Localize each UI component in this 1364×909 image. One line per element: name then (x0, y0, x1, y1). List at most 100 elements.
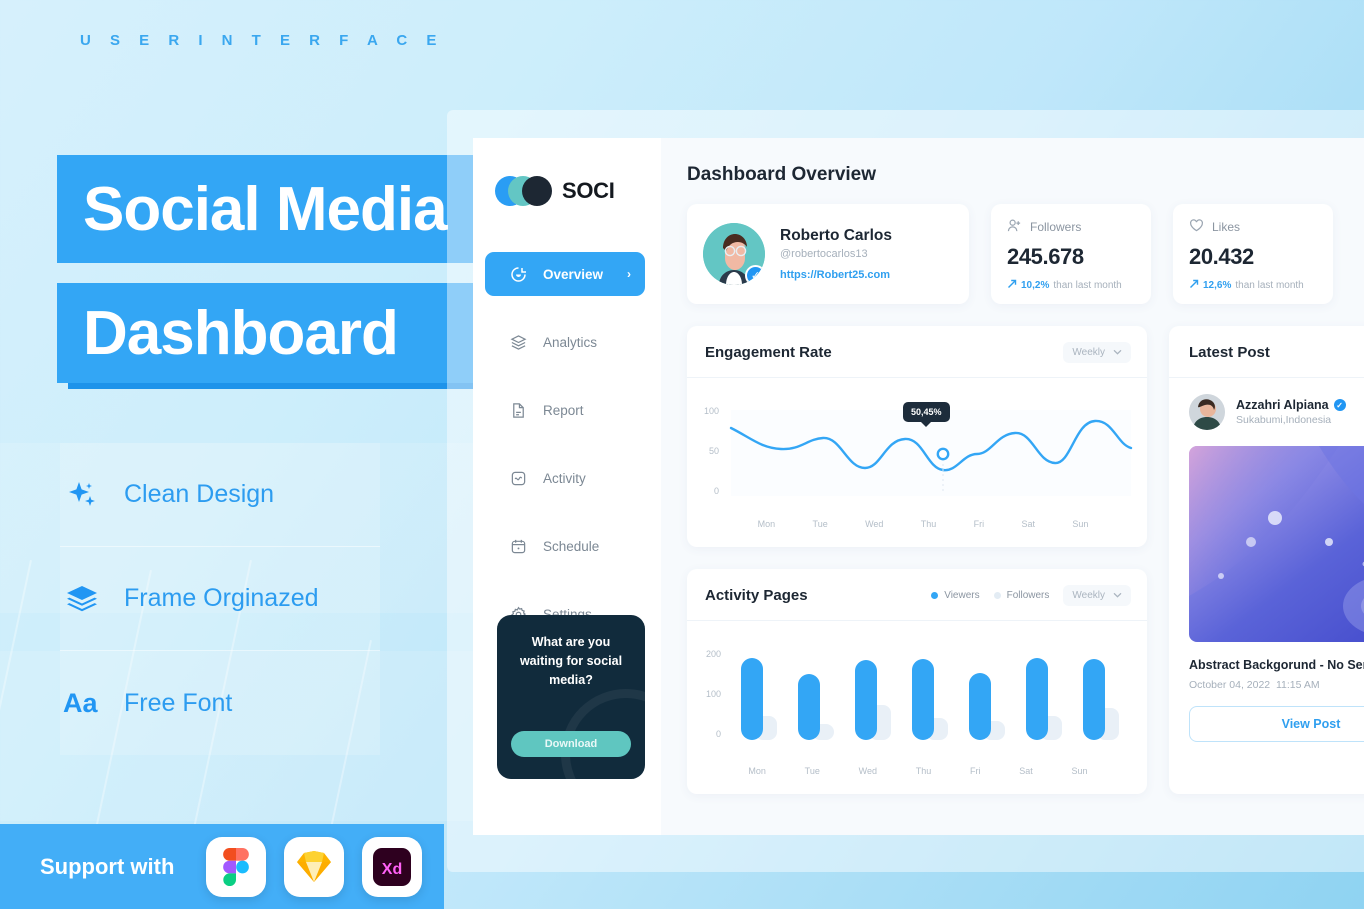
sidebar-item-label: Overview (543, 266, 604, 282)
sidebar: SOCI Overview › Analytics Report Activit… (473, 138, 661, 835)
stat-change-suffix: than last month (1235, 280, 1304, 291)
sidebar-item-schedule[interactable]: Schedule (485, 524, 645, 568)
document-icon (509, 401, 527, 419)
stat-card-likes: Likes 20.432 12,6% than last month (1173, 204, 1333, 304)
stat-value: 245.678 (1007, 244, 1084, 269)
sidebar-item-report[interactable]: Report (485, 388, 645, 432)
profile-name: Roberto Carlos (780, 227, 892, 244)
post-author: Azzahri Alpiana ✓ Sukabumi,Indonesia (1169, 378, 1364, 430)
chart-title: Activity Pages (705, 587, 808, 604)
profile-handle: @robertocarlos13 (780, 248, 868, 260)
activity-pages-card: Activity Pages Viewers Followers Weekly … (687, 569, 1147, 794)
x-tick: Sun (1072, 519, 1089, 529)
logo-text: SOCI (562, 178, 615, 203)
stat-change-suffix: than last month (1053, 280, 1122, 291)
sidebar-item-label: Activity (543, 470, 586, 486)
post-author-name: Azzahri Alpiana ✓ (1236, 398, 1346, 412)
dashboard-window: SOCI Overview › Analytics Report Activit… (473, 138, 1364, 835)
x-tick: Sat (1021, 519, 1035, 529)
stat-value: 20.432 (1189, 244, 1254, 269)
verified-badge-icon: ✓ (1333, 399, 1346, 411)
x-tick: Thu (915, 766, 932, 776)
promo-title-line2: Dashboard (57, 283, 493, 383)
calendar-icon (509, 537, 527, 555)
x-tick: Sat (1019, 766, 1033, 776)
x-tick: Thu (920, 519, 937, 529)
stat-label: Followers (1030, 220, 1082, 234)
verified-badge-icon: ✓ (745, 265, 765, 285)
latest-post-header: Latest Post (1169, 326, 1364, 378)
page-title: Dashboard Overview (687, 164, 877, 185)
support-label: Support with (40, 853, 175, 879)
legend-followers: Followers (993, 590, 1050, 601)
font-icon: Aa (60, 688, 104, 718)
svg-text:50: 50 (709, 446, 719, 456)
promo-text: What are you waiting for social media? (519, 635, 623, 687)
x-tick: Fri (973, 519, 985, 529)
profile-link[interactable]: https://Robert25.com (780, 269, 892, 281)
stat-card-followers: Followers 245.678 10,2% than last month (991, 204, 1151, 304)
post-title: Abstract Backgorund - No Sense (1189, 658, 1364, 672)
svg-text:100: 100 (704, 406, 719, 416)
x-tick: Mon (748, 766, 766, 776)
adobe-xd-icon[interactable]: Xd (362, 836, 423, 897)
chevron-right-icon: › (627, 267, 631, 281)
post-date: October 04, 2022 11:15 AM (1169, 672, 1364, 691)
activity-bar-chart: 200 100 0 (706, 649, 1119, 740)
x-tick: Mon (757, 519, 776, 529)
feature-row-free-font: Aa Free Font (60, 651, 380, 755)
x-tick: Sun (1071, 766, 1088, 776)
chart-title: Engagement Rate (705, 344, 832, 361)
charts-row: Engagement Rate Weekly 50,45% 100 50 0 M… (687, 326, 1364, 794)
sidebar-nav: Overview › Analytics Report Activity Sch… (473, 252, 661, 636)
stat-change: 12,6% (1203, 280, 1232, 291)
activity-icon (509, 469, 527, 487)
engagement-x-axis: Mon Tue Wed Thu Fri Sat Sun (699, 515, 1135, 539)
layers-icon (60, 582, 104, 616)
legend-dot-icon (993, 592, 1001, 599)
activity-x-axis: Mon Tue Wed Thu Fri Sat Sun (699, 762, 1135, 786)
legend-label: Followers (1006, 590, 1050, 601)
eyebrow-text: U S E R I N T E R F A C E (80, 32, 444, 49)
feature-label: Clean Design (124, 480, 275, 508)
sidebar-item-analytics[interactable]: Analytics (485, 320, 645, 364)
legend-dot-icon (931, 592, 939, 599)
main-content: Dashboard Overview ✓ Roberto Carlos @rob… (661, 138, 1364, 835)
chevron-down-icon (1113, 347, 1122, 358)
sidebar-item-activity[interactable]: Activity (485, 456, 645, 500)
x-tick: Fri (970, 766, 981, 776)
layers-icon (509, 333, 527, 351)
feature-row-frame-orginazed: Frame Orginazed (60, 547, 380, 651)
trend-up-icon (1189, 279, 1199, 292)
chart-tooltip: 50,45% (903, 402, 950, 427)
post-author-location: Sukabumi,Indonesia (1236, 414, 1332, 426)
view-post-button[interactable]: View Post (1189, 706, 1364, 742)
post-image (1189, 446, 1364, 642)
latest-post-card: Latest Post Azzahri Alpiana ✓ Sukabumi,I… (1169, 326, 1364, 794)
avatar (1189, 394, 1225, 430)
figma-icon[interactable] (206, 836, 267, 897)
svg-text:0: 0 (716, 729, 721, 739)
stat-label: Likes (1212, 220, 1241, 234)
author-text: Azzahri Alpiana (1236, 398, 1329, 412)
sparkle-icon (60, 479, 104, 511)
engagement-rate-card: Engagement Rate Weekly 50,45% 100 50 0 M… (687, 326, 1147, 547)
activity-plot: 200 100 0 Mon Tue Wed Thu Fri Sat Sun (687, 621, 1147, 794)
feature-row-clean-design: Clean Design (60, 443, 380, 547)
sidebar-item-overview[interactable]: Overview › (485, 252, 645, 296)
summary-row: ✓ Roberto Carlos @robertocarlos13 https:… (687, 204, 1364, 304)
logo-dots-icon (495, 176, 553, 206)
app-logo[interactable]: SOCI (473, 168, 661, 214)
sketch-icon[interactable] (284, 836, 345, 897)
support-bar: Support with Xd (0, 824, 444, 909)
period-select-engagement[interactable]: Weekly (1063, 342, 1131, 363)
period-select-activity[interactable]: Weekly (1063, 585, 1131, 606)
svg-text:Xd: Xd (382, 861, 402, 878)
stat-change: 10,2% (1021, 280, 1050, 291)
download-promo-card: What are you waiting for social media? D… (497, 615, 645, 779)
svg-text:0: 0 (714, 486, 719, 496)
post-date-text: October 04, 2022 (1189, 679, 1271, 691)
download-button[interactable]: Download (511, 731, 631, 757)
x-tick: Tue (804, 766, 820, 776)
period-value: Weekly (1072, 590, 1105, 601)
